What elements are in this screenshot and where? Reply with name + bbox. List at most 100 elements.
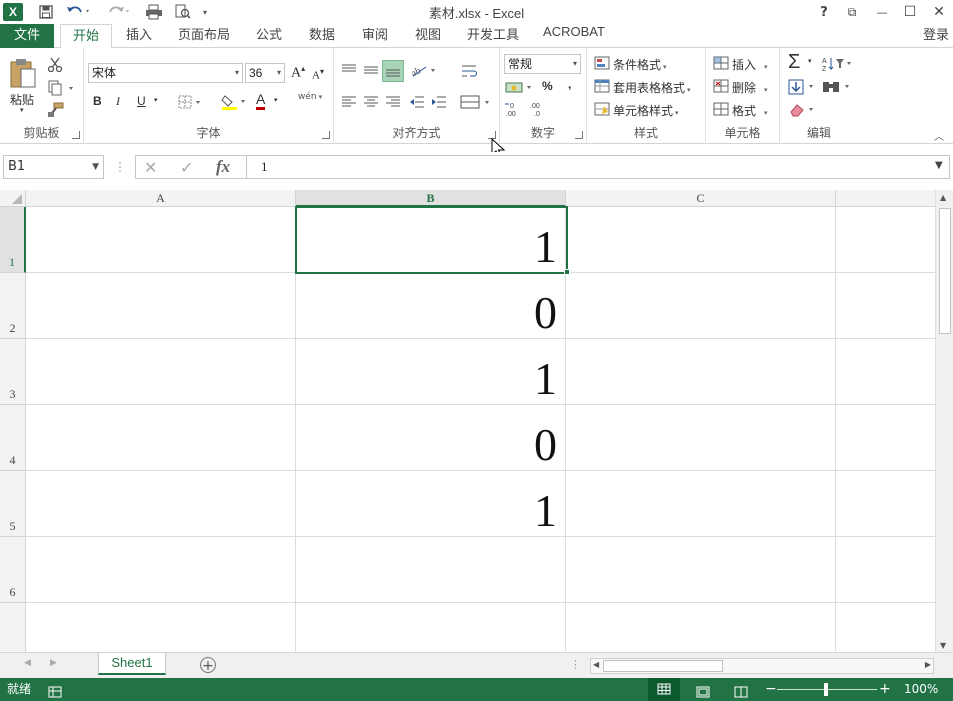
cell-d2[interactable] — [836, 273, 935, 339]
row-header-4[interactable]: 4 — [0, 405, 26, 471]
font-size-select[interactable]: 36 ▾ — [245, 63, 285, 83]
tab-home[interactable]: 开始 — [60, 24, 112, 49]
insert-function-button[interactable]: fx — [216, 157, 230, 177]
percent-button[interactable]: % — [542, 79, 553, 93]
cancel-entry-icon[interactable]: ✕ — [144, 158, 157, 177]
wrap-text-icon[interactable] — [460, 62, 480, 80]
column-header-b[interactable]: B — [296, 190, 566, 207]
tab-file[interactable]: 文件 — [0, 24, 54, 48]
align-bottom-icon[interactable] — [382, 60, 404, 82]
row-header-3[interactable]: 3 — [0, 339, 26, 405]
help-button[interactable]: ? — [810, 0, 838, 24]
paste-icon[interactable] — [8, 56, 38, 90]
add-sheet-icon[interactable]: + — [200, 657, 216, 674]
zoom-out-icon[interactable]: − — [765, 678, 777, 701]
fill-down-icon[interactable] — [788, 78, 818, 96]
clear-icon[interactable] — [788, 101, 818, 119]
collapse-ribbon-icon[interactable]: ︿ — [934, 128, 944, 143]
find-select-icon[interactable] — [820, 78, 854, 96]
cut-icon[interactable] — [46, 56, 64, 74]
select-all-corner[interactable] — [0, 190, 26, 207]
increase-decimal-icon[interactable]: 0.00 — [504, 100, 524, 118]
cell-a2[interactable] — [26, 273, 296, 339]
cell-a3[interactable] — [26, 339, 296, 405]
align-top-icon[interactable] — [340, 62, 358, 78]
font-color-dropdown-icon[interactable]: ▾ — [274, 96, 278, 104]
tab-acrobat[interactable]: ACROBAT — [538, 24, 610, 48]
insert-cells-button[interactable]: 插入 ▾ — [732, 56, 768, 73]
cell-c6[interactable] — [566, 537, 836, 603]
maximize-button[interactable]: ☐ — [896, 0, 924, 24]
next-sheet-icon[interactable]: ▶ — [50, 658, 57, 668]
format-painter-icon[interactable] — [46, 101, 66, 119]
scroll-up-icon[interactable]: ▲ — [940, 193, 946, 202]
horizontal-scroll-thumb[interactable] — [603, 660, 723, 672]
zoom-in-icon[interactable]: + — [879, 678, 891, 701]
page-break-view-icon[interactable] — [734, 683, 748, 698]
tab-data[interactable]: 数据 — [301, 24, 343, 48]
sort-filter-icon[interactable]: AZ — [820, 55, 854, 73]
paste-dropdown-icon[interactable]: ▾ — [20, 106, 24, 114]
align-center-icon[interactable] — [362, 94, 380, 110]
split-grip-icon[interactable]: ⋮ — [570, 658, 581, 671]
cell-styles-button[interactable]: 单元格样式 ▾ — [613, 102, 679, 119]
cell-d6[interactable] — [836, 537, 935, 603]
macro-record-icon[interactable] — [48, 683, 62, 698]
table-format-button[interactable]: 套用表格格式 ▾ — [613, 79, 691, 96]
redo-icon[interactable] — [104, 2, 134, 22]
merge-center-icon[interactable] — [460, 94, 492, 110]
row-header-6[interactable]: 6 — [0, 537, 26, 603]
undo-icon[interactable] — [64, 2, 94, 22]
sign-in-link[interactable]: 登录 — [923, 24, 953, 48]
cell-d5[interactable] — [836, 471, 935, 537]
font-launcher-icon[interactable] — [322, 131, 330, 139]
qat-customize-icon[interactable]: ▾ — [198, 2, 212, 22]
phonetic-button[interactable]: wén ▾ — [298, 92, 322, 102]
page-layout-view-icon[interactable] — [696, 683, 710, 698]
cell-d1[interactable] — [836, 207, 935, 273]
borders-icon[interactable] — [176, 94, 204, 110]
cell-c1[interactable] — [566, 207, 836, 273]
copy-icon[interactable] — [46, 79, 76, 97]
row-header-7[interactable]: 7 — [0, 603, 26, 652]
cell-b6[interactable] — [296, 537, 566, 603]
tab-view[interactable]: 视图 — [407, 24, 449, 48]
accounting-format-icon[interactable] — [504, 79, 536, 97]
grow-font-button[interactable]: A▴ — [291, 64, 305, 82]
formula-input[interactable]: 1 — [247, 155, 950, 179]
align-left-icon[interactable] — [340, 94, 358, 110]
autosum-button[interactable]: Σ — [788, 51, 800, 74]
normal-view-icon[interactable] — [648, 678, 680, 701]
cell-b3[interactable]: 1 — [296, 339, 566, 405]
zoom-level[interactable]: 100% — [904, 678, 938, 701]
align-right-icon[interactable] — [384, 94, 402, 110]
italic-button[interactable]: I — [116, 94, 120, 109]
shrink-font-button[interactable]: A▾ — [312, 67, 324, 82]
tab-review[interactable]: 审阅 — [354, 24, 396, 48]
cell-c4[interactable] — [566, 405, 836, 471]
delete-cells-button[interactable]: 删除 ▾ — [732, 79, 768, 96]
font-color-button[interactable]: A — [256, 92, 266, 110]
scroll-left-icon[interactable]: ◀ — [593, 660, 599, 669]
decrease-indent-icon[interactable] — [408, 94, 426, 110]
column-header-d[interactable] — [836, 190, 935, 207]
vertical-scrollbar[interactable]: ▲ ▼ — [935, 190, 953, 652]
cell-a7[interactable] — [26, 603, 296, 652]
cell-c7[interactable] — [566, 603, 836, 652]
number-format-select[interactable]: 常规 ▾ — [504, 54, 581, 74]
row-header-2[interactable]: 2 — [0, 273, 26, 339]
row-header-5[interactable]: 5 — [0, 471, 26, 537]
print-preview-icon[interactable] — [144, 2, 164, 22]
tab-developer[interactable]: 开发工具 — [460, 24, 526, 48]
decrease-decimal-icon[interactable]: .00.0 — [528, 100, 548, 118]
format-cells-button[interactable]: 格式 ▾ — [732, 102, 768, 119]
prev-sheet-icon[interactable]: ◀ — [24, 658, 31, 668]
minimize-button[interactable]: — — [868, 0, 896, 24]
cell-c2[interactable] — [566, 273, 836, 339]
cell-a6[interactable] — [26, 537, 296, 603]
cell-d7[interactable] — [836, 603, 935, 652]
tab-insert[interactable]: 插入 — [116, 24, 162, 48]
row-header-1[interactable]: 1 — [0, 207, 26, 273]
horizontal-scrollbar[interactable]: ◀ ▶ — [590, 658, 934, 674]
cell-b2[interactable]: 0 — [296, 273, 566, 339]
